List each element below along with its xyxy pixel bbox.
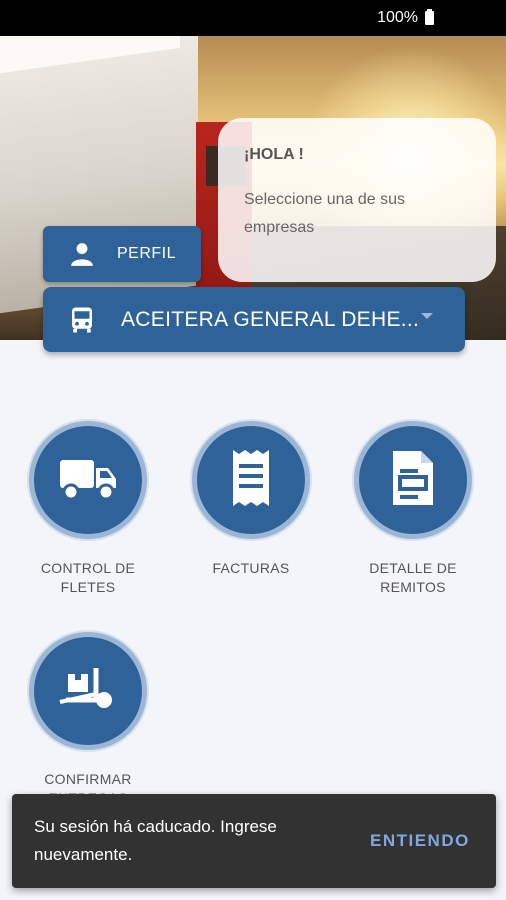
tile-circle[interactable]: [192, 421, 310, 539]
person-icon: [69, 241, 95, 267]
tile-control-de-fletes[interactable]: CONTROL DE FLETES: [13, 421, 163, 597]
hand-truck-icon: [58, 664, 118, 719]
status-bar: 100%: [0, 0, 506, 36]
battery-icon: [425, 9, 434, 25]
truck-icon: [58, 454, 118, 507]
company-name: ACEITERA GENERAL DEHE...: [121, 307, 420, 331]
tile-facturas[interactable]: FACTURAS: [176, 421, 326, 578]
tile-confirmar-entregas[interactable]: CONFIRMAR ENTREGAS: [13, 632, 163, 808]
perfil-label: PERFIL: [117, 245, 177, 262]
greeting-card: ¡HOLA ! Seleccione una de sus empresas: [218, 118, 496, 282]
perfil-button[interactable]: PERFIL: [43, 226, 201, 282]
greeting-title: ¡HOLA !: [244, 146, 304, 163]
tile-circle[interactable]: [29, 632, 147, 750]
tile-circle[interactable]: [29, 421, 147, 539]
chevron-down-icon: [421, 312, 433, 319]
greeting-subtitle: Seleccione una de sus empresas: [244, 191, 405, 236]
snackbar-action-button[interactable]: ENTIENDO: [370, 831, 470, 851]
session-expired-snackbar: Su sesión há caducado. Ingrese nuevament…: [12, 794, 496, 888]
company-selector[interactable]: ACEITERA GENERAL DEHE...: [43, 287, 465, 352]
receipt-icon: [229, 448, 273, 513]
tile-label: FACTURAS: [212, 560, 290, 576]
tile-detalle-de-remitos[interactable]: DETALLE DE REMITOS: [338, 421, 488, 597]
document-icon: [391, 449, 435, 512]
tile-label: CONTROL DE FLETES: [40, 560, 136, 595]
snackbar-message: Su sesión há caducado. Ingrese nuevament…: [34, 817, 277, 864]
battery-percentage: 100%: [377, 9, 418, 26]
bus-icon: [67, 305, 97, 335]
tile-label: DETALLE DE REMITOS: [369, 560, 457, 595]
tile-circle[interactable]: [354, 421, 472, 539]
